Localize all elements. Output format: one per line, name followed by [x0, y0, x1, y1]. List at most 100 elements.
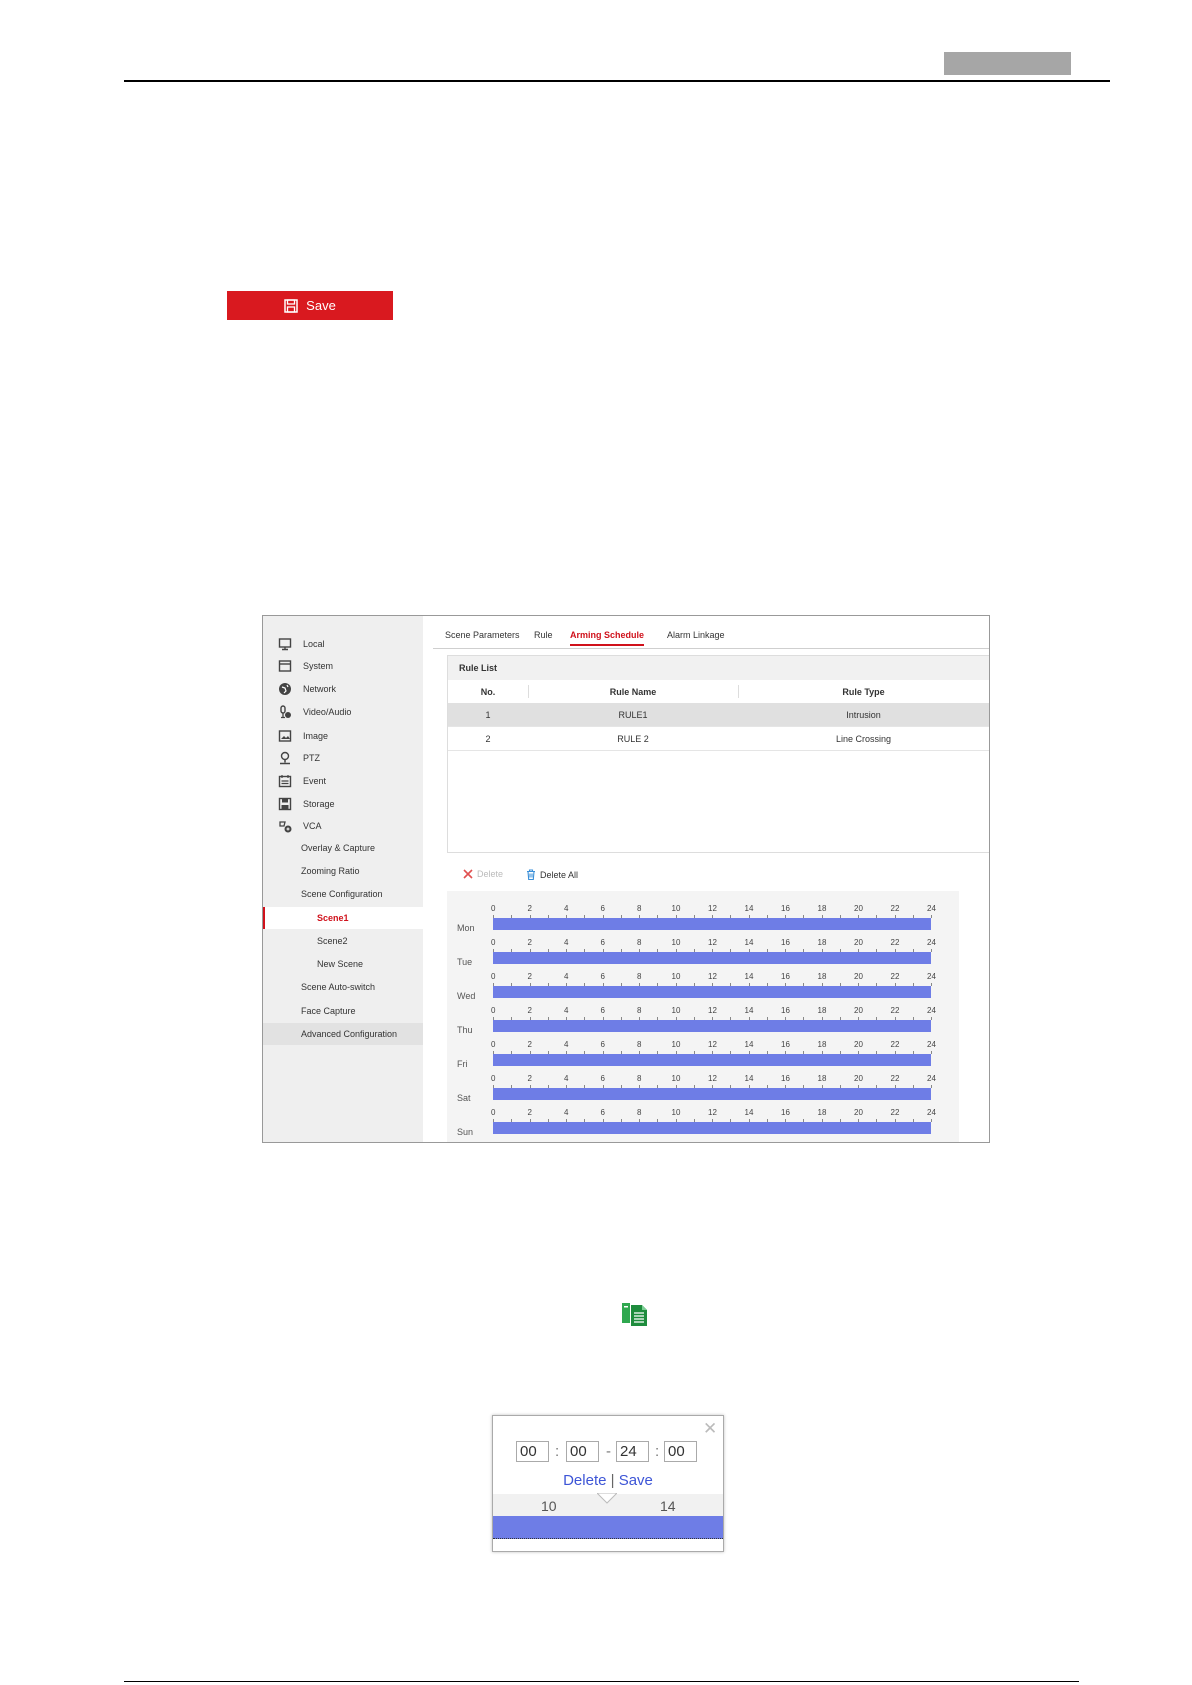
sidebar-item-storage[interactable]: Storage	[263, 793, 423, 815]
hour-label: 12	[708, 1108, 717, 1117]
column-header-rule-name: Rule Name	[609, 687, 657, 697]
arming-schedule-grid: 0 2 4 6 8 10 12 14 16 18 20 22 24 Mon 0 2 4 6 8 10 12 14 16 18 2…	[447, 891, 959, 1142]
end-hour-input[interactable]: 24	[616, 1441, 649, 1462]
hour-tick	[931, 1017, 932, 1020]
hour-label: 18	[817, 1040, 827, 1049]
tab-alarm-linkage[interactable]: Alarm Linkage	[667, 630, 725, 640]
sidebar-item-overlay-capture[interactable]: Overlay & Capture	[263, 837, 423, 859]
sidebar-item-face-capture[interactable]: Face Capture	[263, 1000, 423, 1022]
calendar-icon	[278, 775, 292, 788]
day-label: Sun	[457, 1127, 474, 1137]
ruler-label: 10	[541, 1498, 557, 1514]
day-label: Wed	[457, 991, 476, 1001]
delete-all-button[interactable]: Delete All	[526, 869, 578, 880]
sidebar-item-label: Storage	[303, 799, 335, 809]
hour-label: 24	[927, 1040, 936, 1049]
rule-name: RULE1	[618, 710, 648, 720]
hour-label: 24	[927, 1108, 936, 1117]
rule-no: 2	[485, 734, 491, 744]
column-header-rule-type: Rule Type	[842, 687, 885, 697]
hour-label: 10	[671, 904, 681, 913]
hour-label: 22	[890, 1074, 900, 1083]
hour-label: 4	[564, 972, 569, 981]
schedule-bar[interactable]	[493, 952, 931, 964]
sidebar-item-ptz[interactable]: PTZ	[263, 747, 423, 769]
hour-label: 8	[637, 1006, 642, 1015]
hour-label: 8	[637, 938, 642, 947]
hour-label: 4	[564, 938, 569, 947]
table-row[interactable]: 1 RULE1 Intrusion	[448, 703, 989, 727]
schedule-bar[interactable]	[493, 1054, 931, 1066]
sidebar-item-system[interactable]: System	[263, 655, 423, 677]
footer-rule	[124, 1681, 1079, 1682]
sidebar-item-label: Image	[303, 731, 329, 741]
tab-arming-schedule[interactable]: Arming Schedule	[570, 630, 645, 646]
sidebar-item-local[interactable]: Local	[263, 633, 423, 655]
close-icon[interactable]: ✕	[703, 1419, 717, 1439]
hour-label: 10	[671, 1040, 681, 1049]
schedule-bar[interactable]	[493, 1020, 931, 1032]
sidebar-item-label: Scene2	[317, 936, 348, 946]
hour-label: 18	[817, 1108, 827, 1117]
sidebar-item-label: Face Capture	[301, 1006, 356, 1016]
hour-tick	[931, 1085, 932, 1088]
hour-label: 16	[781, 904, 790, 913]
sidebar-item-scene2[interactable]: Scene2	[263, 930, 423, 952]
hour-label: 6	[600, 1108, 605, 1117]
sidebar-item-event[interactable]: Event	[263, 770, 423, 792]
hour-label: 22	[890, 904, 900, 913]
hour-label: 4	[564, 1108, 569, 1117]
hour-label: 0	[491, 1040, 496, 1049]
hour-label: 6	[600, 904, 605, 913]
hour-tick	[931, 1119, 932, 1122]
hour-label: 4	[564, 1040, 569, 1049]
sidebar-item-label: Network	[303, 684, 337, 694]
hour-label: 22	[890, 1006, 900, 1015]
popup-delete-link[interactable]: Delete	[563, 1472, 606, 1489]
tab-scene-parameters[interactable]: Scene Parameters	[445, 630, 520, 640]
sidebar-item-label: Scene1	[317, 913, 349, 923]
sidebar-item-image[interactable]: Image	[263, 725, 423, 747]
sidebar-item-label: New Scene	[317, 959, 364, 969]
start-minute-input[interactable]: 00	[566, 1441, 599, 1462]
sidebar-item-scene-auto-switch[interactable]: Scene Auto-switch	[263, 976, 423, 998]
hour-label: 4	[564, 1006, 569, 1015]
start-hour-input[interactable]: 00	[516, 1441, 549, 1462]
schedule-bar[interactable]	[493, 918, 931, 930]
hour-label: 8	[637, 904, 642, 913]
sidebar-item-network[interactable]: Network	[263, 678, 423, 700]
sidebar-item-vca[interactable]: VCA	[263, 815, 423, 837]
sidebar-item-label: Scene Configuration	[301, 889, 383, 899]
sidebar-item-advanced-configuration[interactable]: Advanced Configuration	[263, 1023, 423, 1045]
schedule-bar[interactable]	[493, 1122, 931, 1134]
hour-tick	[931, 1051, 932, 1054]
schedule-bar-segment[interactable]	[493, 1516, 723, 1539]
close-icon	[463, 869, 473, 879]
hour-label: 0	[491, 1108, 496, 1117]
save-button[interactable]: Save	[227, 291, 393, 320]
sidebar-item-video-audio[interactable]: Video/Audio	[263, 701, 423, 723]
sidebar-item-scene1[interactable]: Scene1	[263, 907, 423, 929]
popup-actions: Delete | Save	[493, 1472, 723, 1489]
hour-label: 12	[708, 1040, 717, 1049]
tab-rule[interactable]: Rule	[534, 630, 553, 640]
delete-button[interactable]: Delete	[463, 869, 503, 879]
sidebar-item-label: Event	[303, 776, 327, 786]
sidebar-item-label: Advanced Configuration	[301, 1029, 398, 1039]
rule-list-title: Rule List	[459, 663, 498, 673]
header-label-box	[944, 52, 1071, 75]
table-row[interactable]: 2 RULE 2 Line Crossing	[448, 727, 989, 751]
hour-label: 6	[600, 1040, 605, 1049]
hour-label: 8	[637, 1074, 642, 1083]
popup-save-link[interactable]: Save	[619, 1472, 653, 1489]
sidebar-item-zooming-ratio[interactable]: Zooming Ratio	[263, 860, 423, 882]
end-minute-input[interactable]: 00	[664, 1441, 697, 1462]
hour-label: 20	[854, 1040, 863, 1049]
schedule-bar[interactable]	[493, 986, 931, 998]
hour-label: 14	[744, 904, 754, 913]
sidebar-item-new-scene[interactable]: New Scene	[263, 953, 423, 975]
hour-label: 8	[637, 1108, 642, 1117]
schedule-bar[interactable]	[493, 1088, 931, 1100]
hour-label: 22	[890, 1108, 900, 1117]
sidebar-item-scene-configuration[interactable]: Scene Configuration	[263, 883, 423, 905]
